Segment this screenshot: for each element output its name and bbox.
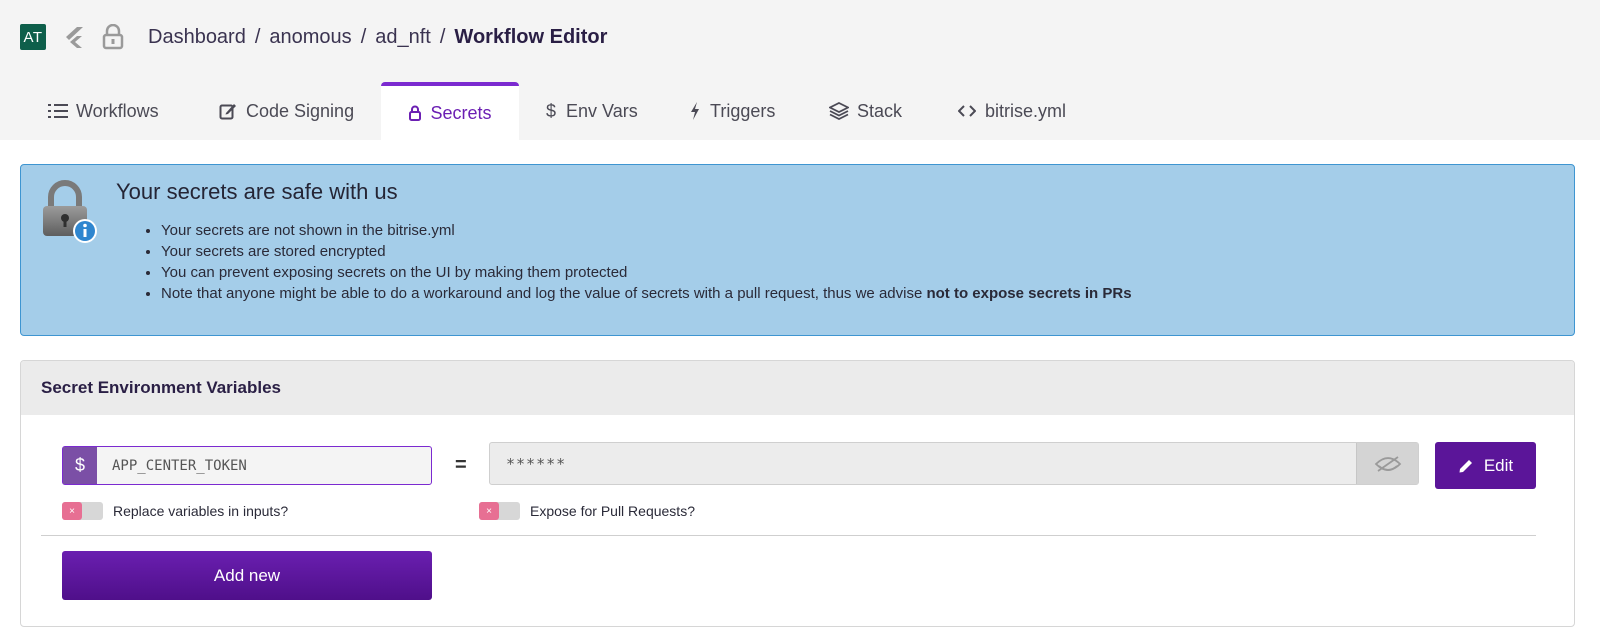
expose-pr-label: Expose for Pull Requests? — [530, 503, 695, 519]
tab-env-vars[interactable]: $ Env Vars — [544, 82, 638, 140]
tab-label: Stack — [857, 100, 903, 121]
secret-key-field[interactable]: $ APP_CENTER_TOKEN — [62, 446, 432, 485]
expose-pr-option: × Expose for Pull Requests? — [479, 502, 695, 520]
eye-slash-icon[interactable] — [1356, 443, 1418, 484]
secret-value-field[interactable]: ****** — [489, 442, 1419, 485]
replace-variables-toggle[interactable]: × — [62, 502, 103, 520]
secret-key-text: APP_CENTER_TOKEN — [112, 457, 247, 474]
flutter-icon — [60, 22, 88, 52]
page-title: Workflow Editor — [454, 25, 608, 48]
tab-workflows[interactable]: Workflows — [48, 82, 159, 140]
equals-sign: = — [455, 454, 467, 476]
breadcrumb-owner[interactable]: anomous — [269, 26, 351, 49]
divider — [41, 535, 1536, 536]
secret-value-text: ****** — [506, 454, 567, 473]
bolt-icon — [688, 101, 702, 121]
avatar[interactable]: AT — [20, 24, 46, 50]
replace-variables-option: × Replace variables in inputs? — [62, 502, 288, 520]
dollar-icon: $ — [63, 447, 97, 484]
breadcrumb: Dashboard / anomous / ad_nft / Workflow … — [148, 24, 607, 50]
info-bullet-list: Your secrets are not shown in the bitris… — [161, 220, 1132, 304]
layers-icon — [829, 101, 849, 121]
tab-stack[interactable]: Stack — [829, 82, 902, 140]
toggle-off-mark: × — [479, 502, 499, 520]
tab-triggers[interactable]: Triggers — [688, 82, 775, 140]
lock-icon — [99, 22, 127, 52]
panel-title: Secret Environment Variables — [41, 378, 281, 397]
info-bullet: Note that anyone might be able to do a w… — [161, 283, 1132, 304]
tab-code-signing[interactable]: Code Signing — [218, 82, 354, 140]
breadcrumb-dashboard[interactable]: Dashboard — [148, 26, 246, 49]
tab-label: Workflows — [76, 100, 159, 121]
code-icon — [957, 101, 977, 121]
edit-button-label: Edit — [1483, 455, 1514, 475]
add-new-button[interactable]: Add new — [62, 551, 432, 600]
info-bullet: Your secrets are not shown in the bitris… — [161, 220, 1132, 241]
panel-header: Secret Environment Variables — [21, 361, 1574, 415]
lock-icon — [408, 103, 422, 123]
edit-square-icon — [218, 101, 238, 121]
secrets-info-banner: Your secrets are safe with us Your secre… — [20, 164, 1575, 336]
tab-bitrise-yml[interactable]: bitrise.yml — [957, 82, 1066, 140]
edit-button[interactable]: Edit — [1435, 442, 1536, 489]
info-bullet-text: Note that anyone might be able to do a w… — [161, 285, 927, 302]
breadcrumb-separator: / — [254, 25, 261, 48]
breadcrumb-app[interactable]: ad_nft — [375, 26, 431, 49]
tab-secrets[interactable]: Secrets — [381, 82, 519, 140]
editor-tabs: Workflows Code Signing Secrets $ Env Var… — [0, 82, 1600, 140]
info-bullet: You can prevent exposing secrets on the … — [161, 262, 1132, 283]
replace-variables-label: Replace variables in inputs? — [113, 503, 289, 519]
dollar-icon: $ — [545, 100, 556, 121]
toggle-off-mark: × — [62, 502, 82, 520]
info-bullet-emphasis: not to expose secrets in PRs — [926, 285, 1132, 302]
tab-label: Triggers — [710, 100, 776, 121]
secret-env-vars-panel: Secret Environment Variables $ APP_CENTE… — [20, 360, 1575, 627]
top-bar: AT Dashboard / anomous / ad_nft / Workfl… — [0, 0, 1600, 140]
tab-label: bitrise.yml — [985, 100, 1067, 121]
padlock-info-icon — [41, 179, 105, 245]
pencil-icon — [1458, 458, 1474, 474]
expose-pr-toggle[interactable]: × — [479, 502, 520, 520]
tab-label: Secrets — [430, 102, 492, 123]
breadcrumb-separator: / — [360, 25, 367, 48]
tab-label: Code Signing — [246, 100, 355, 121]
list-icon — [48, 101, 68, 121]
info-bullet: Your secrets are stored encrypted — [161, 241, 1132, 262]
tab-label: Env Vars — [566, 100, 638, 121]
info-title: Your secrets are safe with us — [116, 179, 398, 204]
breadcrumb-separator: / — [439, 25, 446, 48]
